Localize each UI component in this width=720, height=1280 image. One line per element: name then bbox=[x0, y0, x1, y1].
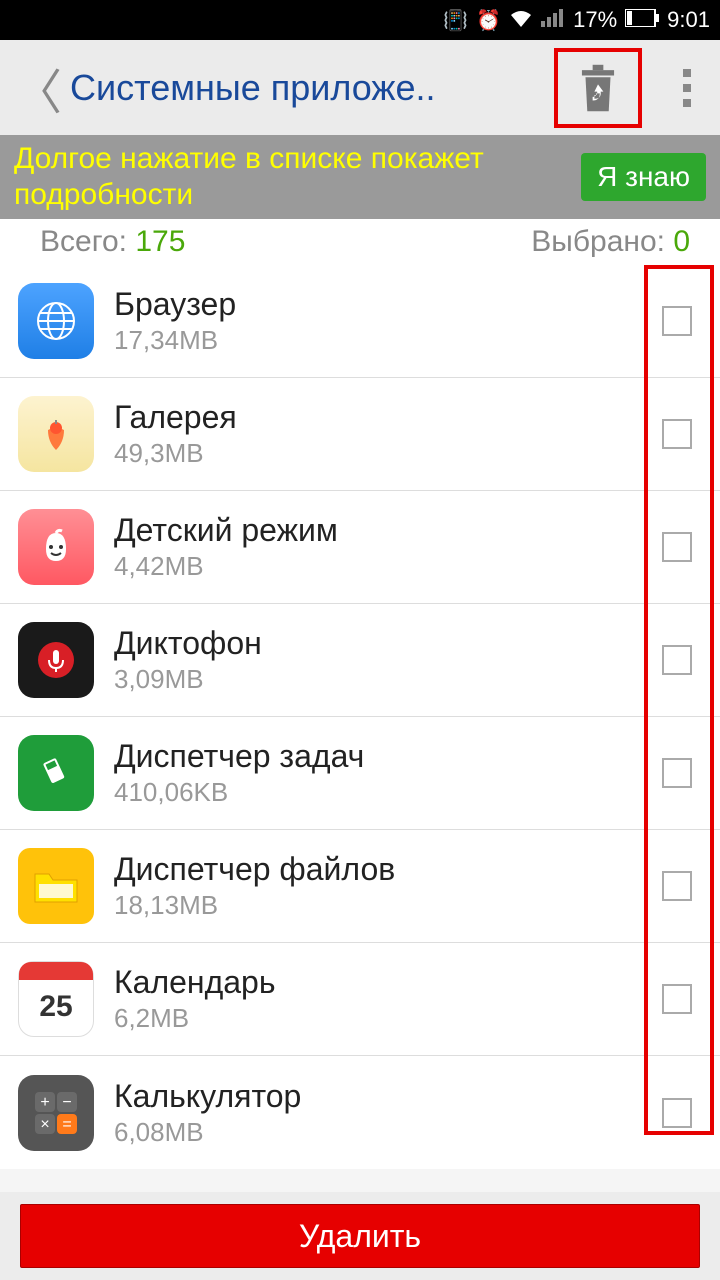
app-size: 6,2MB bbox=[114, 1003, 662, 1034]
app-checkbox[interactable] bbox=[662, 1098, 692, 1128]
svg-text:=: = bbox=[62, 1116, 71, 1133]
app-checkbox[interactable] bbox=[662, 871, 692, 901]
app-size: 410,06KB bbox=[114, 777, 662, 808]
battery-icon bbox=[625, 7, 659, 33]
page-title: Системные приложе.. bbox=[70, 67, 554, 109]
app-size: 4,42MB bbox=[114, 551, 662, 582]
app-icon-calculator: +−× = bbox=[18, 1075, 94, 1151]
list-item[interactable]: Диктофон 3,09MB bbox=[0, 604, 720, 717]
app-size: 49,3MB bbox=[114, 438, 662, 469]
selected-count: Выбрано: 0 bbox=[531, 225, 690, 259]
app-icon-gallery bbox=[18, 396, 94, 472]
alarm-icon: ⏰ bbox=[476, 8, 501, 33]
list-item[interactable]: Диспетчер задач 410,06KB bbox=[0, 717, 720, 830]
app-name: Галерея bbox=[114, 399, 662, 436]
overflow-menu-button[interactable] bbox=[672, 69, 702, 107]
back-button[interactable]: 〈 bbox=[10, 53, 70, 123]
hint-text: Долгое нажатие в списке покажет подробно… bbox=[14, 141, 571, 213]
app-size: 3,09MB bbox=[114, 664, 662, 695]
status-bar: 📳 ⏰ 17% 9:01 bbox=[0, 0, 720, 40]
hint-bar: Долгое нажатие в списке покажет подробно… bbox=[0, 135, 720, 219]
app-icon-browser bbox=[18, 283, 94, 359]
signal-icon bbox=[541, 7, 565, 33]
total-count: Всего: 175 bbox=[40, 225, 185, 259]
counts-bar: Всего: 175 Выбрано: 0 bbox=[0, 219, 720, 265]
app-name: Диспетчер файлов bbox=[114, 851, 662, 888]
app-icon-task-manager bbox=[18, 735, 94, 811]
list-item[interactable]: Детский режим 4,42MB bbox=[0, 491, 720, 604]
app-name: Диспетчер задач bbox=[114, 738, 662, 775]
svg-text:−: − bbox=[62, 1094, 71, 1111]
svg-text:×: × bbox=[40, 1116, 49, 1133]
app-name: Калькулятор bbox=[114, 1078, 662, 1115]
app-icon-calendar: 25 bbox=[18, 961, 94, 1037]
wifi-icon bbox=[509, 7, 533, 33]
app-icon-kids-mode bbox=[18, 509, 94, 585]
recycle-bin-button[interactable] bbox=[554, 48, 642, 128]
app-size: 18,13MB bbox=[114, 890, 662, 921]
app-size: 17,34MB bbox=[114, 325, 662, 356]
app-checkbox[interactable] bbox=[662, 645, 692, 675]
svg-text:+: + bbox=[40, 1094, 49, 1111]
vibrate-icon: 📳 bbox=[443, 8, 468, 33]
app-checkbox[interactable] bbox=[662, 306, 692, 336]
app-checkbox[interactable] bbox=[662, 984, 692, 1014]
battery-percent: 17% bbox=[573, 7, 617, 33]
footer: Удалить bbox=[0, 1192, 720, 1280]
app-name: Диктофон bbox=[114, 625, 662, 662]
list-item[interactable]: 25 Календарь 6,2MB bbox=[0, 943, 720, 1056]
clock: 9:01 bbox=[667, 7, 710, 33]
app-header: 〈 Системные приложе.. bbox=[0, 40, 720, 135]
app-name: Браузер bbox=[114, 286, 662, 323]
trash-recycle-icon bbox=[576, 63, 620, 113]
dismiss-hint-button[interactable]: Я знаю bbox=[581, 153, 706, 201]
app-checkbox[interactable] bbox=[662, 758, 692, 788]
list-item[interactable]: Галерея 49,3MB bbox=[0, 378, 720, 491]
list-item[interactable]: +−× = Калькулятор 6,08MB bbox=[0, 1056, 720, 1169]
app-name: Календарь bbox=[114, 964, 662, 1001]
list-item[interactable]: Диспетчер файлов 18,13MB bbox=[0, 830, 720, 943]
app-checkbox[interactable] bbox=[662, 419, 692, 449]
app-icon-file-manager bbox=[18, 848, 94, 924]
app-checkbox[interactable] bbox=[662, 532, 692, 562]
app-list: Браузер 17,34MB Галерея 49,3MB Детский р… bbox=[0, 265, 720, 1169]
app-name: Детский режим bbox=[114, 512, 662, 549]
delete-button[interactable]: Удалить bbox=[20, 1204, 700, 1268]
app-icon-recorder bbox=[18, 622, 94, 698]
app-size: 6,08MB bbox=[114, 1117, 662, 1148]
list-item[interactable]: Браузер 17,34MB bbox=[0, 265, 720, 378]
